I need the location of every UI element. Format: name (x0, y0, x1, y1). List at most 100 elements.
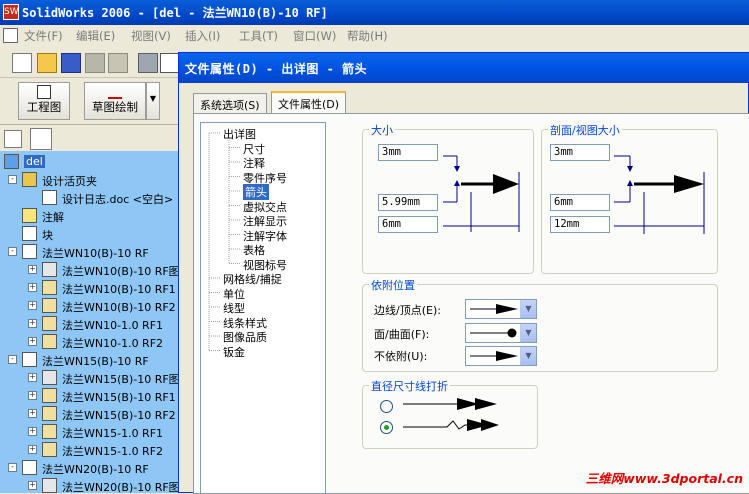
section-group-title: 剖面/视图大小 (548, 122, 622, 138)
expand-icon[interactable]: + (28, 373, 37, 382)
part-view-icon (42, 298, 57, 313)
tree-item[interactable]: - 法兰WN20(B)-10 RF (0, 459, 178, 477)
tree-item-label: 注解 (42, 211, 64, 224)
menu-insert[interactable]: 插入(I) (185, 28, 220, 44)
diameter-break-group: 直径尺寸线打折 (362, 378, 538, 449)
solidworks-app-icon[interactable]: SW (3, 4, 19, 20)
expand-icon[interactable]: + (28, 481, 37, 490)
face-surface-label: 面/曲面(F): (374, 328, 430, 341)
expand-icon[interactable]: + (28, 301, 37, 310)
expand-icon[interactable]: + (28, 445, 37, 454)
window-title: SolidWorks 2006 - [del - 法兰WN10(B)-10 RF… (22, 6, 328, 20)
tree-item[interactable]: + 法兰WN15(B)-10 RF图 (0, 369, 178, 387)
tree-item[interactable]: + 法兰WN10-1.0 RF1 (0, 315, 178, 333)
magnify-icon[interactable] (160, 53, 180, 73)
size-group: 大小 3mm 5.99mm 6mm (362, 122, 534, 274)
arrow-height-field[interactable]: 3mm (378, 144, 438, 161)
menu-view[interactable]: 视图(V) (131, 28, 171, 44)
section-arrow-width-field[interactable]: 6mm (550, 194, 610, 211)
chevron-down-icon[interactable]: ▼ (520, 347, 536, 365)
options-icon[interactable] (108, 53, 128, 73)
save-icon[interactable] (61, 53, 81, 73)
property-manager-tab-icon[interactable] (30, 128, 52, 150)
sheet-icon (22, 460, 37, 475)
edge-vertex-arrow-select[interactable]: ▼ (465, 299, 537, 319)
drawing-button[interactable]: 工程图 (18, 82, 70, 120)
tree-item-label: 法兰WN15(B)-10 RF1 (62, 391, 176, 404)
menu-edit[interactable]: 编辑(E) (76, 28, 115, 44)
menu-help[interactable]: 帮助(H) (347, 28, 388, 44)
section-arrow-height-field[interactable]: 3mm (550, 144, 610, 161)
open-folder-icon[interactable] (37, 53, 57, 73)
tree-item-label: 法兰WN10(B)-10 RF1 (62, 283, 176, 296)
part-view-icon (42, 334, 57, 349)
arrow-width-field[interactable]: 5.99mm (378, 194, 438, 211)
tree-item-label: 法兰WN10(B)-10 RF图 (62, 265, 178, 278)
tree-item[interactable]: + 法兰WN10(B)-10 RF1 (0, 279, 178, 297)
tree-item-label: 法兰WN15(B)-10 RF图 (62, 373, 178, 386)
straight-double-arrow-icon (403, 398, 497, 410)
menu-tools[interactable]: 工具(T) (239, 28, 278, 44)
tree-item-label: 法兰WN10(B)-10 RF2 (62, 301, 176, 314)
sheet-icon (22, 352, 37, 367)
sketch-button-label: 草图绘制 (92, 100, 138, 114)
tree-item[interactable]: - 法兰WN15(B)-10 RF (0, 351, 178, 369)
tab-system-options[interactable]: 系统选项(S) (193, 93, 267, 113)
tree-item[interactable]: + 法兰WN10(B)-10 RF图 (0, 261, 178, 279)
sketch-button[interactable]: 草图绘制 (84, 82, 146, 120)
expand-icon[interactable]: + (28, 391, 37, 400)
tree-item[interactable]: 注解 (0, 207, 178, 225)
tree-item[interactable]: + 法兰WN15-1.0 RF2 (0, 441, 178, 459)
tree-item-label: 设计日志.doc <空白> (62, 193, 174, 206)
tree-item[interactable]: - 设计活页夹 (0, 171, 178, 189)
expand-icon[interactable]: + (28, 337, 37, 346)
tree-item[interactable]: + 法兰WN15-1.0 RF1 (0, 423, 178, 441)
break-style-jogged-radio[interactable] (380, 421, 393, 434)
tree-item[interactable]: del (0, 153, 178, 171)
tree-item[interactable]: + 法兰WN15(B)-10 RF1 (0, 387, 178, 405)
collapse-icon[interactable]: - (8, 355, 17, 364)
tree-item[interactable]: + 法兰WN10-1.0 RF2 (0, 333, 178, 351)
feature-manager-tab-icon[interactable] (4, 130, 22, 148)
print-icon[interactable] (138, 53, 158, 73)
tree-item[interactable]: + 法兰WN20(B)-10 RF图 (0, 477, 178, 493)
part-view-icon (42, 280, 57, 295)
expand-icon[interactable]: + (28, 265, 37, 274)
arrow-length-field[interactable]: 6mm (378, 216, 438, 233)
tree-item[interactable]: + 法兰WN15(B)-10 RF2 (0, 405, 178, 423)
jogged-double-arrow-icon (403, 419, 499, 431)
expand-icon[interactable]: + (28, 409, 37, 418)
break-group-title: 直径尺寸线打折 (369, 378, 450, 394)
expand-icon[interactable]: + (28, 283, 37, 292)
menu-window[interactable]: 窗口(W) (293, 28, 336, 44)
tree-item-label: 法兰WN15-1.0 RF1 (62, 427, 164, 440)
feature-tree: del - 设计活页夹 设计日志.doc <空白> 注解块 - 法兰WN10(B)-10 R… (0, 151, 178, 493)
drawing-button-label: 工程图 (26, 100, 62, 114)
tab-document-properties[interactable]: 文件属性(D) (271, 91, 347, 114)
chevron-down-icon[interactable]: ▼ (520, 300, 536, 318)
dot-arrow-icon (470, 328, 517, 338)
section-arrow-length-field[interactable]: 12mm (550, 216, 610, 233)
expand-icon[interactable]: + (28, 427, 37, 436)
part-view-icon (42, 406, 57, 421)
tree-item[interactable]: + 法兰WN10(B)-10 RF2 (0, 297, 178, 315)
tree-item[interactable]: - 法兰WN10(B)-10 RF (0, 243, 178, 261)
tree-item[interactable]: 设计日志.doc <空白> (0, 189, 178, 207)
collapse-icon[interactable]: - (8, 175, 17, 184)
chevron-down-icon[interactable]: ▼ (520, 324, 536, 342)
collapse-icon[interactable]: - (8, 247, 17, 256)
unattached-arrow-select[interactable]: ▼ (465, 346, 537, 366)
document-icon[interactable] (3, 28, 18, 43)
expand-icon[interactable]: + (28, 319, 37, 328)
print-preview-icon[interactable] (85, 53, 105, 73)
sketch-dropdown-arrow-icon[interactable]: ▼ (146, 82, 160, 120)
break-style-straight-radio[interactable] (380, 400, 393, 413)
collapse-icon[interactable]: - (8, 463, 17, 472)
part-view-icon (42, 442, 57, 457)
tree-item[interactable]: 块 (0, 225, 178, 243)
category-item[interactable]: 钣金 (223, 344, 245, 360)
face-surface-arrow-select[interactable]: ▼ (465, 323, 537, 343)
new-file-icon[interactable] (12, 53, 32, 73)
menu-file[interactable]: 文件(F) (24, 28, 63, 44)
drawing-icon (4, 154, 19, 169)
